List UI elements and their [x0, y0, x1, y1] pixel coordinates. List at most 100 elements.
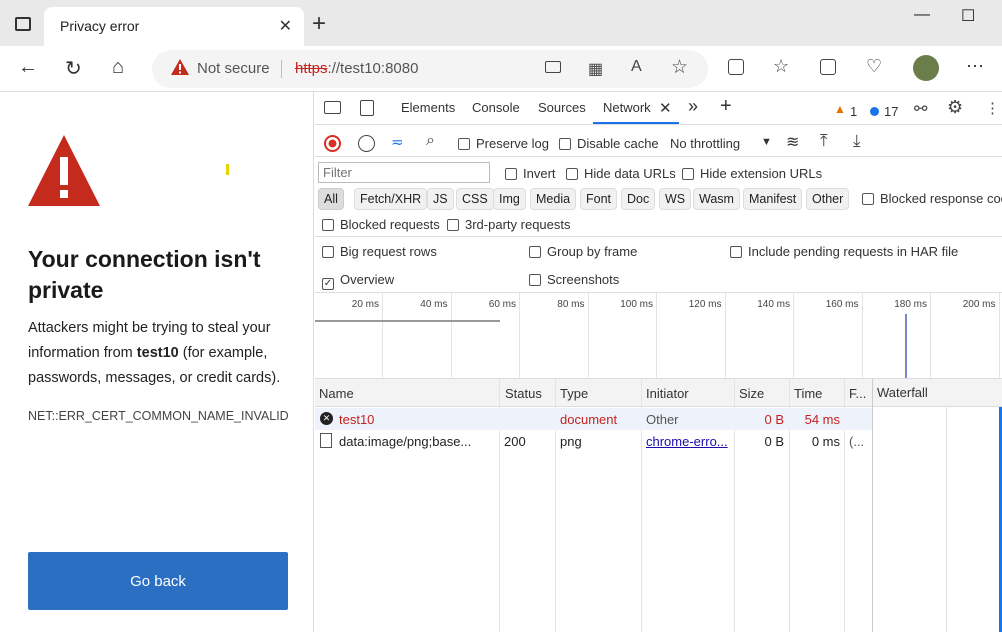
qr-code-icon[interactable]: ▦	[588, 59, 603, 79]
type-filter-wasm[interactable]: Wasm	[693, 188, 740, 210]
overview-checkbox[interactable]: ✓ Overview	[322, 272, 394, 290]
tab-privacy-error[interactable]: Privacy error ✕	[44, 7, 304, 46]
overview-timeline[interactable]: 20 ms 40 ms 60 ms 80 ms 100 ms 120 ms 140 ms 16…	[315, 293, 1002, 378]
include-pending-checkbox[interactable]: Include pending requests in HAR file	[730, 244, 958, 259]
type-filter-all[interactable]: All	[318, 188, 344, 210]
devtools-more-icon[interactable]: ⋮	[985, 99, 1000, 117]
type-filter-media[interactable]: Media	[530, 188, 577, 210]
maximize-icon[interactable]: ☐	[961, 6, 975, 26]
search-icon[interactable]: ⌕	[426, 132, 435, 150]
tab-sources[interactable]: Sources	[538, 100, 586, 115]
row-type: png	[560, 434, 582, 449]
home-icon[interactable]: ⌂	[112, 56, 124, 79]
tab-elements[interactable]: Elements	[401, 100, 455, 115]
device-emulation-icon[interactable]	[360, 100, 374, 116]
browser-essentials-icon[interactable]: ♡	[866, 56, 882, 77]
col-waterfall[interactable]: Waterfall	[877, 385, 928, 400]
error-code[interactable]: NET::ERR_CERT_COMMON_NAME_INVALID	[28, 409, 289, 423]
tab-actions-icon[interactable]	[15, 17, 31, 31]
col-type[interactable]: Type	[560, 386, 588, 401]
active-tab-indicator	[593, 122, 679, 124]
type-filter-other[interactable]: Other	[806, 188, 850, 210]
new-tab-icon[interactable]: +	[312, 10, 326, 38]
not-secure-label[interactable]: Not secure	[197, 60, 270, 77]
third-party-requests-checkbox[interactable]: 3rd-party requests	[447, 217, 571, 232]
disable-cache-checkbox[interactable]: Disable cache	[559, 136, 659, 151]
warning-count[interactable]: 1	[850, 104, 857, 119]
hide-extension-urls-checkbox[interactable]: Hide extension URLs	[682, 166, 822, 181]
tab-console[interactable]: Console	[472, 100, 520, 115]
hide-data-urls-checkbox[interactable]: Hide data URLs	[566, 166, 676, 181]
inspect-icon[interactable]	[324, 101, 341, 114]
type-filter-doc[interactable]: Doc	[621, 188, 656, 210]
issues-icon[interactable]	[870, 107, 879, 116]
record-icon[interactable]	[324, 135, 341, 152]
settings-gear-icon[interactable]: ⚙	[947, 97, 963, 118]
go-back-button[interactable]: Go back	[28, 552, 288, 610]
chevron-down-icon[interactable]: ▼	[761, 136, 772, 148]
col-time[interactable]: Time	[794, 386, 822, 401]
col-name[interactable]: Name	[319, 386, 354, 401]
group-by-frame-checkbox[interactable]: Group by frame	[529, 244, 637, 259]
url-scheme: https	[295, 60, 328, 77]
preserve-log-checkbox[interactable]: Preserve log	[458, 136, 549, 151]
blocked-response-cookies-checkbox[interactable]: Blocked response coo	[862, 191, 1002, 206]
export-har-icon[interactable]: ⤓	[853, 131, 861, 151]
profile-avatar[interactable]	[913, 55, 939, 81]
type-filter-css[interactable]: CSS	[456, 188, 494, 210]
timeline-gridline	[656, 293, 657, 378]
type-filter-img[interactable]: Img	[493, 188, 526, 210]
collections-icon[interactable]	[820, 59, 836, 75]
customize-devtools-icon[interactable]: ⚯	[914, 99, 927, 119]
more-tabs-icon[interactable]: »	[688, 96, 698, 117]
favorites-icon[interactable]: ☆	[773, 56, 789, 77]
col-f[interactable]: F...	[849, 386, 866, 401]
tab-close-icon[interactable]: ✕	[279, 16, 292, 36]
tab-network-close-icon[interactable]: ✕	[659, 99, 672, 117]
waterfall-divider[interactable]	[872, 379, 873, 632]
blocked-requests-checkbox[interactable]: Blocked requests	[322, 217, 440, 232]
include-pending-label: Include pending requests in HAR file	[748, 244, 959, 259]
type-filter-js[interactable]: JS	[427, 188, 454, 210]
favorite-star-icon[interactable]: ☆	[671, 56, 688, 79]
type-filter-ws[interactable]: WS	[659, 188, 692, 210]
row-name[interactable]: test10	[339, 412, 374, 427]
network-conditions-icon[interactable]: ≋	[786, 132, 799, 152]
screenshots-checkbox[interactable]: Screenshots	[529, 272, 619, 287]
row-initiator-link[interactable]: chrome-erro...	[646, 434, 728, 449]
row-name[interactable]: data:image/png;base...	[339, 434, 471, 449]
clear-icon[interactable]	[358, 135, 375, 152]
row-size: 0 B	[764, 434, 784, 449]
throttling-select[interactable]: No throttling	[670, 136, 740, 151]
minimize-icon[interactable]: —	[914, 6, 930, 24]
url-text[interactable]: https://test10:8080	[295, 60, 418, 77]
col-status[interactable]: Status	[505, 386, 542, 401]
read-aloud-icon[interactable]: A	[631, 58, 642, 76]
add-tab-icon[interactable]: +	[720, 95, 732, 118]
timeline-tick-label: 40 ms	[420, 299, 448, 310]
warning-count-icon[interactable]: ▲	[834, 102, 846, 116]
big-request-rows-checkbox[interactable]: Big request rows	[322, 244, 437, 259]
split-screen-icon[interactable]	[728, 59, 744, 75]
timeline-gridline	[861, 293, 863, 378]
import-har-icon[interactable]: ⤒	[820, 131, 828, 151]
filter-icon[interactable]: ≂	[391, 133, 404, 151]
more-options-icon[interactable]: ⋯	[966, 56, 984, 77]
warning-icon[interactable]	[170, 58, 190, 76]
row-size: 0 B	[764, 412, 784, 427]
type-filter-manifest[interactable]: Manifest	[743, 188, 803, 210]
image-file-icon	[320, 433, 332, 448]
tab-network[interactable]: Network	[603, 100, 651, 115]
filter-input[interactable]	[318, 162, 490, 183]
timeline-gridline	[587, 293, 589, 378]
app-available-icon[interactable]	[545, 61, 561, 73]
type-filter-font[interactable]: Font	[580, 188, 618, 210]
col-size[interactable]: Size	[739, 386, 764, 401]
refresh-icon[interactable]: ↻	[65, 56, 82, 81]
col-initiator[interactable]: Initiator	[646, 386, 689, 401]
load-event-marker	[905, 314, 907, 378]
back-icon[interactable]: ←	[18, 56, 38, 79]
issues-count[interactable]: 17	[884, 104, 898, 119]
type-filter-fetch-xhr[interactable]: Fetch/XHR	[354, 188, 428, 210]
invert-checkbox[interactable]: Invert	[505, 166, 556, 181]
